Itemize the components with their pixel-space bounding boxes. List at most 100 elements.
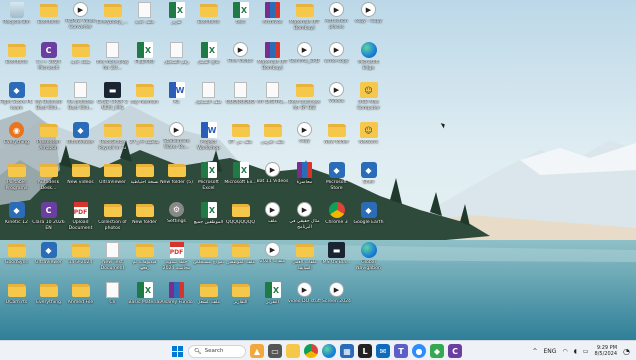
desktop-icon[interactable]: UltraViewer xyxy=(97,162,128,202)
task-view-icon[interactable]: ▭ xyxy=(268,344,282,358)
desktop-icon[interactable]: ▶ Screen 2024 xyxy=(321,282,352,322)
desktop-icon[interactable]: ▶ Attraction places xyxy=(321,2,352,42)
desktop-icon[interactable]: X Microsoft Excel xyxy=(193,162,224,202)
email-icon[interactable]: ✉ xyxy=(376,344,390,358)
desktop-icon[interactable]: نسخة احتياطية xyxy=(129,162,160,202)
desktop-icon[interactable]: ▶ ملف xyxy=(257,202,288,242)
desktop-icon[interactable]: ▶ copy xyxy=(289,122,320,162)
desktop-icon[interactable]: My Beloved Best Wid... xyxy=(33,82,64,122)
desktop-icon[interactable]: ▶ HitPaw Video Converter xyxy=(65,2,96,42)
desktop-icon[interactable]: ▶ Bat 11 Videos xyxy=(257,162,288,202)
desktop-icon[interactable]: X الموظفين جميع xyxy=(193,202,224,242)
desktop-icon[interactable]: Escritorio xyxy=(1,42,32,82)
desktop-icon[interactable]: RecoGraze Payroll In Tu xyxy=(97,122,128,162)
desktop-icon[interactable]: New Text Document xyxy=(97,242,128,282)
widgets-icon[interactable]: ▲ xyxy=(250,344,264,358)
desktop-icon[interactable]: W Project Workshop xyxy=(193,122,224,162)
desktop-icon[interactable]: ☺ Network xyxy=(353,122,384,162)
desktop-icon[interactable]: say hesman xyxy=(129,82,160,122)
desktop-icon[interactable]: ◆ Kinetic 12 xyxy=(1,202,32,242)
desktop-icon[interactable]: PDF خطة سنوية محاسبة 2024 xyxy=(161,242,192,282)
desktop-icon[interactable]: مناقشة 9 و 27 xyxy=(129,122,160,162)
desktop-icon[interactable]: ▶ Fine Visitor xyxy=(225,42,256,82)
desktop-icon[interactable]: ملف جديد xyxy=(129,2,160,42)
desktop-icon[interactable]: Collection of photos xyxy=(97,202,128,242)
desktop-icon[interactable]: X تقرير xyxy=(161,2,192,42)
desktop-icon[interactable]: CV xyxy=(97,282,128,322)
desktop-icon[interactable]: the more play for ZU... xyxy=(96,42,129,82)
desktop-icon[interactable]: Recycle Bin xyxy=(1,2,32,42)
start-button[interactable] xyxy=(170,344,184,358)
desktop-icon[interactable]: GoodSync xyxy=(1,242,32,282)
desktop-icon[interactable]: W R1 xyxy=(161,82,192,122)
desktop-icon[interactable]: ▶ Videos xyxy=(321,82,352,122)
desktop-icon[interactable]: ▶ copy - Copy xyxy=(353,2,384,42)
desktop-icon[interactable]: نموذج مستخلص xyxy=(193,242,224,282)
desktop-icon[interactable]: PDF Upload Document xyxy=(65,202,96,242)
clock[interactable]: 9:29 PM 8/5/2024 xyxy=(595,345,617,357)
desktop-icon[interactable]: Alsarey Fundo xyxy=(160,282,193,322)
desktop-icon[interactable]: Escritorio xyxy=(193,2,224,42)
desktop-icon[interactable]: C Clara 10 2026 EN xyxy=(32,202,65,242)
desktop-icon[interactable]: ملف من 87 xyxy=(225,122,256,162)
desktop-icon[interactable]: QQQQQQQQ xyxy=(225,82,256,122)
desktop-icon[interactable]: Materials (IIT Bombay) xyxy=(257,42,288,82)
teams-icon[interactable]: T xyxy=(394,344,408,358)
desktop-icon[interactable]: Presented Amazon xyxy=(33,122,64,162)
desktop-icon[interactable]: ▬ MS US Bla... xyxy=(321,242,352,282)
desktop-icon[interactable]: ▶ Stadiumlife Water Bo... xyxy=(161,122,192,162)
desktop-icon[interactable]: Xtext xyxy=(225,2,256,42)
notification-icon[interactable]: ◔ xyxy=(623,347,630,356)
battery-icon[interactable]: ▭ xyxy=(583,348,589,355)
zoom-icon[interactable]: ● xyxy=(412,344,426,358)
desktop-icon[interactable]: QQQQQQQQ xyxy=(225,202,256,242)
desktop-icon[interactable]: ملف التسجيل xyxy=(193,82,224,122)
desktop-icon[interactable]: MY DIGITAL... xyxy=(257,82,288,122)
desktop-icon[interactable]: X التقرير xyxy=(257,282,288,322)
desktop-icon[interactable]: Materials (IIT Bombay) xyxy=(289,2,320,42)
volume-icon[interactable]: ◖ xyxy=(574,348,577,355)
desktop-icon[interactable]: OCam.rts xyxy=(1,282,32,322)
desktop-icon[interactable]: ملف الموظفين xyxy=(225,242,256,282)
store-icon[interactable]: ▦ xyxy=(340,344,354,358)
desktop-icon[interactable]: ⚙ Settings xyxy=(161,202,192,242)
edge-icon[interactable] xyxy=(322,344,336,358)
desktop-icon[interactable]: New videos xyxy=(65,162,96,202)
desktop-icon[interactable]: Escritorio xyxy=(33,2,64,42)
desktop-icon[interactable]: Autodesk Desk... xyxy=(33,162,64,202)
desktop-icon[interactable]: ملف الشغل xyxy=(193,282,224,322)
desktop-icon[interactable]: ◆ Google Earth xyxy=(353,202,384,242)
desktop-icon[interactable]: ملف تجريبي xyxy=(257,122,288,162)
desktop-icon[interactable]: New folder xyxy=(129,202,160,242)
desktop-icon[interactable]: Portable Programs xyxy=(1,162,32,202)
desktop-icon[interactable]: Archivos xyxy=(257,2,288,42)
desktop-icon[interactable]: ▬ CASE CROP 2 NEW_IMG xyxy=(97,82,128,122)
desktop-icon[interactable]: ▶ write-copy xyxy=(321,42,352,82)
photos-icon[interactable]: C xyxy=(448,344,462,358)
desktop-icon[interactable]: New folder xyxy=(321,122,352,162)
desktop-icon[interactable]: Global Navigation xyxy=(353,242,384,282)
desktop-icon[interactable]: Ahmed File xyxy=(65,282,96,322)
desktop-icon[interactable]: Everybody_… xyxy=(97,2,128,42)
desktop-icon[interactable]: Everything xyxy=(33,282,64,322)
desktop-icon[interactable]: ▶ Gamma_3RD xyxy=(289,42,320,82)
lmedia-icon[interactable]: L xyxy=(358,344,372,358)
desktop-icon[interactable]: Microsoft Edge xyxy=(353,42,384,82)
desktop-icon[interactable]: 14-3-2024 xyxy=(65,242,96,282)
desktop-icon[interactable]: التقارير xyxy=(225,282,256,322)
desktop-icon[interactable]: رقم التسجيل xyxy=(161,42,192,82)
file-explorer-icon[interactable] xyxy=(286,344,300,358)
desktop-icon[interactable]: C C++ 2024 Microsoft xyxy=(33,42,64,82)
maps-icon[interactable]: ◆ xyxy=(430,344,444,358)
desktop-icon[interactable]: X Basic Material xyxy=(128,282,161,322)
desktop-icon[interactable]: ◉ Everything xyxy=(1,122,32,162)
taskbar-search-box[interactable]: 🔍︎ Search xyxy=(188,344,246,358)
desktop-icon[interactable]: ◆ Shell xyxy=(353,162,384,202)
desktop-icon[interactable]: ▶ ملفات 2024 xyxy=(257,242,288,282)
desktop-icon[interactable]: ▶ video DO stuff xyxy=(288,282,321,322)
desktop-icon[interactable]: ▶ مثال حقيقي في البرنامج xyxy=(289,202,320,242)
desktop-icon[interactable]: Chrome 3 xyxy=(321,202,352,242)
desktop-icon[interactable]: ◆ UltraViewer xyxy=(33,242,64,282)
desktop-icon[interactable]: X FILEPRO xyxy=(129,42,160,82)
desktop-icon[interactable]: Re prolotes Best Wid... xyxy=(65,82,96,122)
